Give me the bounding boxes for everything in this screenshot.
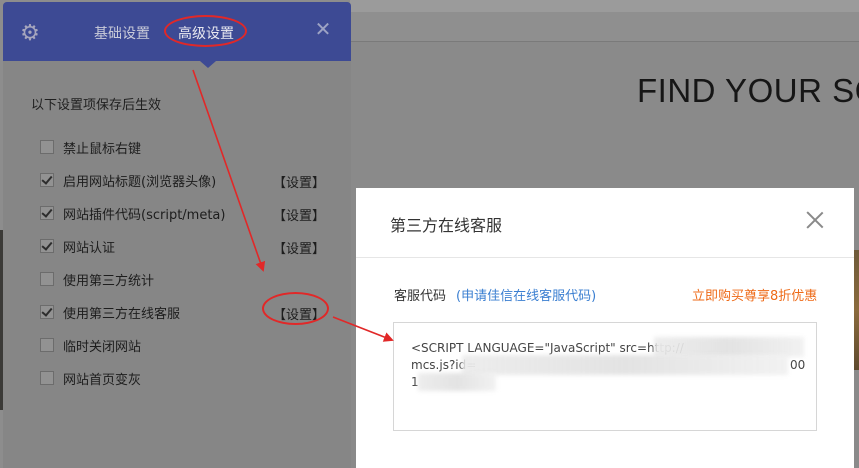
option-label: 网站插件代码(script/meta) [63,207,226,223]
option-settings-link[interactable]: 【设置】 [273,238,325,257]
background-hero-title: FIND YOUR SC [637,72,859,109]
option-row: 禁止鼠标右键 [40,139,142,157]
option-checkbox[interactable] [40,371,54,385]
option-row: 启用网站标题(浏览器头像) [40,172,217,190]
option-row: 使用第三方统计 [40,271,155,289]
option-checkbox[interactable] [40,206,54,220]
option-row: 网站首页变灰 [40,370,142,388]
active-tab-pointer [200,61,216,68]
apply-service-code-link[interactable]: (申请佳信在线客服代码) [456,285,596,304]
option-label: 禁止鼠标右键 [63,141,142,157]
service-code-label: 客服代码 [394,289,447,304]
redaction-blur [418,373,496,391]
option-row: 网站认证 [40,238,116,256]
option-row: 使用第三方在线客服 [40,304,181,322]
option-checkbox[interactable] [40,140,54,154]
option-checkbox[interactable] [40,173,54,187]
redaction-blur [462,355,788,375]
settings-panel: ⚙ 基础设置 高级设置 ✕ 以下设置项保存后生效 禁止鼠标右键 启用网站标题(浏览… [3,2,351,468]
annotation-circle-advanced-tab [164,15,247,47]
option-checkbox[interactable] [40,338,54,352]
option-settings-link[interactable]: 【设置】 [273,172,325,191]
option-label: 网站首页变灰 [63,372,142,388]
service-code-textarea[interactable]: <SCRIPT LANGUAGE="JavaScript" src=http:/… [393,322,817,431]
close-icon[interactable]: ✕ [314,19,332,39]
third-party-chat-dialog: 第三方在线客服 客服代码 (申请佳信在线客服代码) 立即购买尊享8折优惠 <SC… [356,188,854,468]
gear-icon[interactable]: ⚙ [19,23,41,45]
settings-hint: 以下设置项保存后生效 [31,98,162,113]
background-topbar [350,0,859,12]
option-label: 使用第三方统计 [63,273,155,289]
dialog-title: 第三方在线客服 [390,216,503,235]
dialog-divider [356,257,854,258]
option-checkbox[interactable] [40,239,54,253]
code-line-2-tail: 00 [790,358,806,372]
tab-basic-settings[interactable]: 基础设置 [94,23,150,43]
option-row: 网站插件代码(script/meta) [40,205,226,223]
option-checkbox[interactable] [40,272,54,286]
dialog-close-icon[interactable] [805,210,825,230]
option-row: 临时关闭网站 [40,337,142,355]
background-nav [350,12,859,42]
option-settings-link[interactable]: 【设置】 [273,205,325,224]
option-label: 网站认证 [63,240,116,256]
option-label: 临时关闭网站 [63,339,142,355]
option-label: 启用网站标题(浏览器头像) [63,174,217,190]
redaction-blur [654,337,804,357]
option-label: 使用第三方在线客服 [63,306,181,322]
buy-discount-link[interactable]: 立即购买尊享8折优惠 [692,285,817,304]
annotation-circle-settings-link [262,292,329,325]
option-checkbox[interactable] [40,305,54,319]
